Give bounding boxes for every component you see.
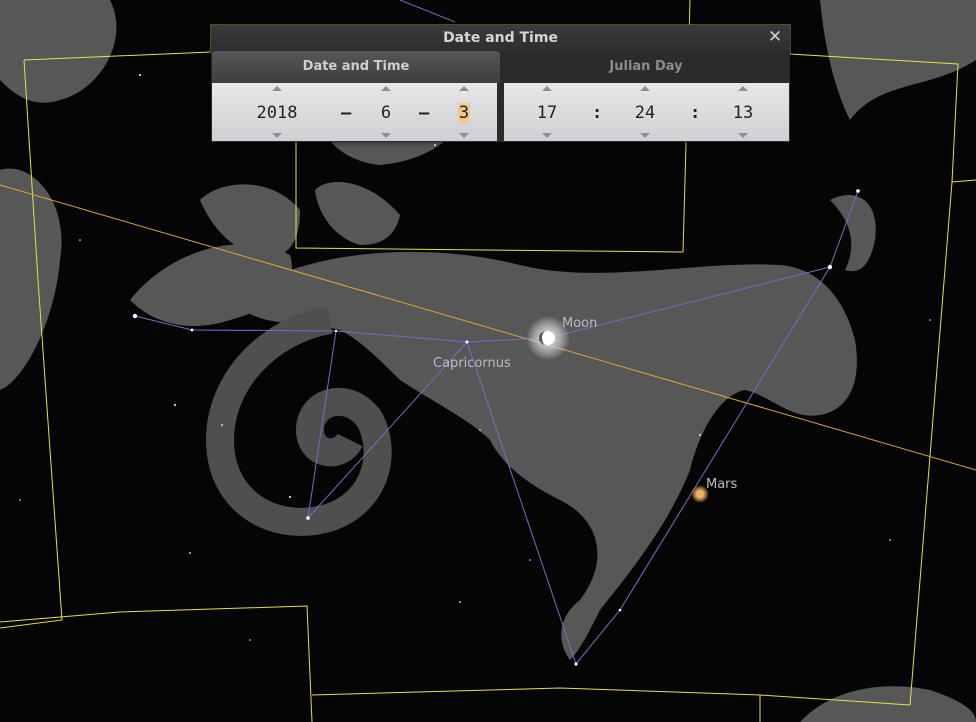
day-spinner[interactable]: 3 (449, 83, 479, 141)
star (574, 662, 578, 666)
star (189, 552, 191, 554)
moon-label: Moon (562, 316, 597, 331)
year-value[interactable]: 2018 (247, 102, 307, 124)
star (465, 340, 469, 344)
close-button[interactable]: ✕ (766, 28, 784, 46)
minute-value[interactable]: 24 (625, 102, 665, 124)
day-up-arrow-icon[interactable] (459, 86, 469, 91)
star (618, 608, 622, 612)
boundary-right (951, 179, 976, 183)
month-spinner[interactable]: 6 (371, 83, 401, 141)
time-separator: : (690, 103, 701, 123)
minute-up-arrow-icon[interactable] (640, 86, 650, 91)
star (221, 424, 223, 426)
star (889, 539, 891, 541)
star (699, 434, 701, 436)
star (856, 189, 860, 193)
year-spinner[interactable]: 2018 (247, 83, 307, 141)
year-down-arrow-icon[interactable] (272, 133, 282, 138)
mars-disc (696, 490, 704, 498)
star (132, 313, 138, 319)
star (139, 74, 141, 76)
month-value[interactable]: 6 (371, 102, 401, 124)
star (289, 496, 291, 498)
tab-julian-day-label: Julian Day (609, 59, 683, 74)
hour-down-arrow-icon[interactable] (542, 133, 552, 138)
star (79, 239, 81, 241)
minute-spinner[interactable]: 24 (625, 83, 665, 141)
star (434, 144, 436, 146)
close-icon: ✕ (767, 27, 783, 47)
second-up-arrow-icon[interactable] (738, 86, 748, 91)
star (529, 559, 531, 561)
month-down-arrow-icon[interactable] (381, 133, 391, 138)
star (929, 319, 931, 321)
neighbour-art-leftmid (0, 168, 62, 390)
day-down-arrow-icon[interactable] (459, 133, 469, 138)
day-value[interactable]: 3 (457, 103, 471, 123)
date-separator: – (419, 103, 430, 123)
second-down-arrow-icon[interactable] (738, 133, 748, 138)
date-separator: – (341, 103, 352, 123)
time-panel: 17 : 24 : 13 (504, 83, 789, 141)
neighbour-art-left (0, 0, 117, 103)
capricornus-fin-2 (315, 182, 400, 245)
mars-label: Mars (706, 477, 738, 492)
dialog-title: Date and Time (443, 30, 558, 46)
month-up-arrow-icon[interactable] (381, 86, 391, 91)
hour-spinner[interactable]: 17 (527, 83, 567, 141)
day-value-container[interactable]: 3 (449, 102, 479, 124)
hour-value[interactable]: 17 (527, 102, 567, 124)
star (249, 639, 251, 641)
star (827, 264, 833, 270)
year-up-arrow-icon[interactable] (272, 86, 282, 91)
capricornus-horn (830, 194, 876, 272)
capricornus-label: Capricornus (433, 356, 511, 371)
star (174, 404, 176, 406)
time-separator: : (592, 103, 603, 123)
capricornus-fin (200, 184, 300, 258)
capricornus-coil (205, 306, 392, 536)
tab-date-and-time[interactable]: Date and Time (212, 51, 500, 83)
star (190, 328, 194, 332)
boundary-bottom (0, 605, 313, 722)
meridian-line (399, 0, 456, 23)
tab-date-and-time-label: Date and Time (302, 59, 410, 74)
minute-down-arrow-icon[interactable] (640, 133, 650, 138)
second-value[interactable]: 13 (723, 102, 763, 124)
star (19, 499, 21, 501)
star (479, 429, 481, 431)
date-time-dialog: Date and Time ✕ Date and Time Julian Day… (211, 25, 790, 142)
star (334, 329, 338, 333)
second-spinner[interactable]: 13 (723, 83, 763, 141)
date-panel: 2018 – 6 – 3 (212, 83, 497, 141)
neighbour-art-bottom (800, 686, 976, 722)
dialog-titlebar[interactable]: Date and Time (211, 25, 790, 51)
hour-up-arrow-icon[interactable] (542, 86, 552, 91)
boundary-bottom-2 (311, 687, 761, 696)
tab-julian-day[interactable]: Julian Day (503, 51, 789, 83)
star (306, 516, 310, 520)
star (459, 601, 461, 603)
